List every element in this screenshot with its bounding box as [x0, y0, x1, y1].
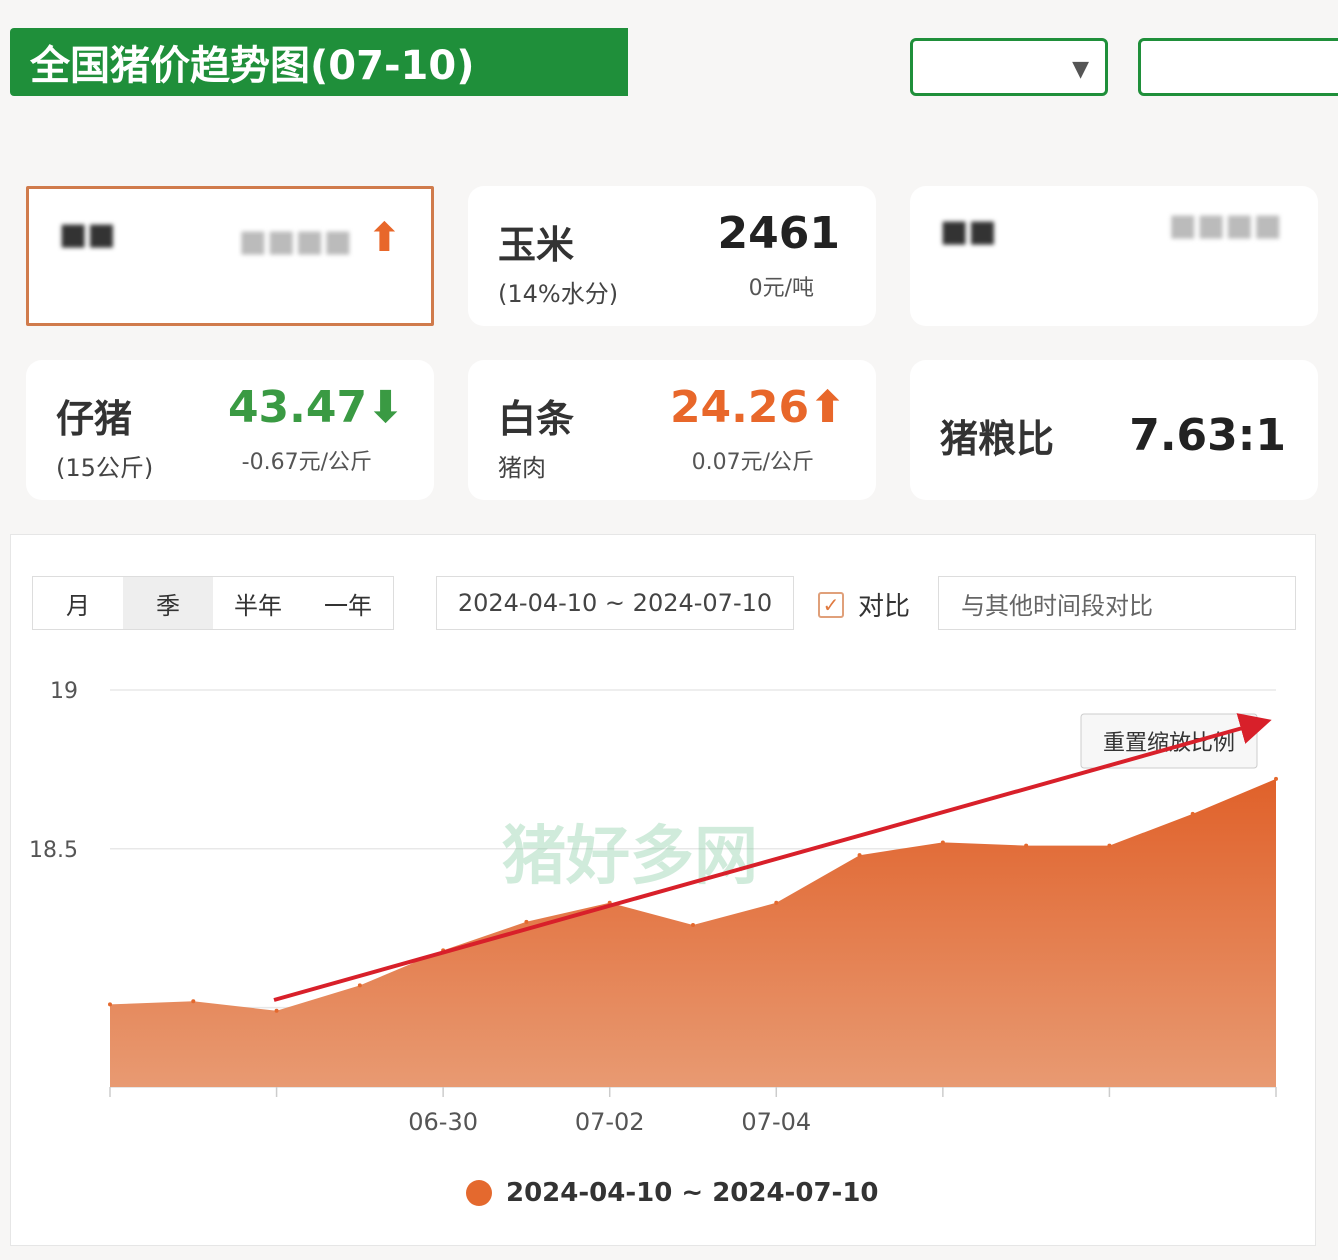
data-point — [108, 1002, 112, 1007]
legend-label: 2024-04-10 ~ 2024-07-10 — [506, 1178, 879, 1208]
watermark: 猪好多网 — [502, 820, 758, 894]
data-point — [691, 923, 695, 928]
price-area-chart: 18.5 19 猪好多网 06-30 07-02 07-04 重置缩放比例 — [29, 679, 1278, 1136]
x-tick-label: 07-02 — [575, 1108, 645, 1136]
y-tick-label: 19 — [50, 679, 78, 704]
chart-legend[interactable]: 2024-04-10 ~ 2024-07-10 — [466, 1178, 879, 1208]
data-point — [191, 999, 196, 1004]
data-point — [940, 840, 945, 845]
legend-swatch — [466, 1180, 492, 1206]
data-point — [1274, 776, 1278, 781]
data-point — [524, 919, 529, 924]
data-point — [774, 900, 779, 905]
data-point — [857, 853, 862, 858]
data-point — [1024, 843, 1029, 848]
data-point — [274, 1008, 279, 1013]
y-tick-label: 18.5 — [29, 838, 78, 863]
reset-zoom-button[interactable]: 重置缩放比例 — [1080, 713, 1258, 769]
data-point — [1107, 843, 1112, 848]
data-point — [1190, 811, 1195, 816]
x-tick-label: 07-04 — [741, 1108, 811, 1136]
data-point — [357, 983, 362, 988]
x-tick-label: 06-30 — [408, 1108, 478, 1136]
